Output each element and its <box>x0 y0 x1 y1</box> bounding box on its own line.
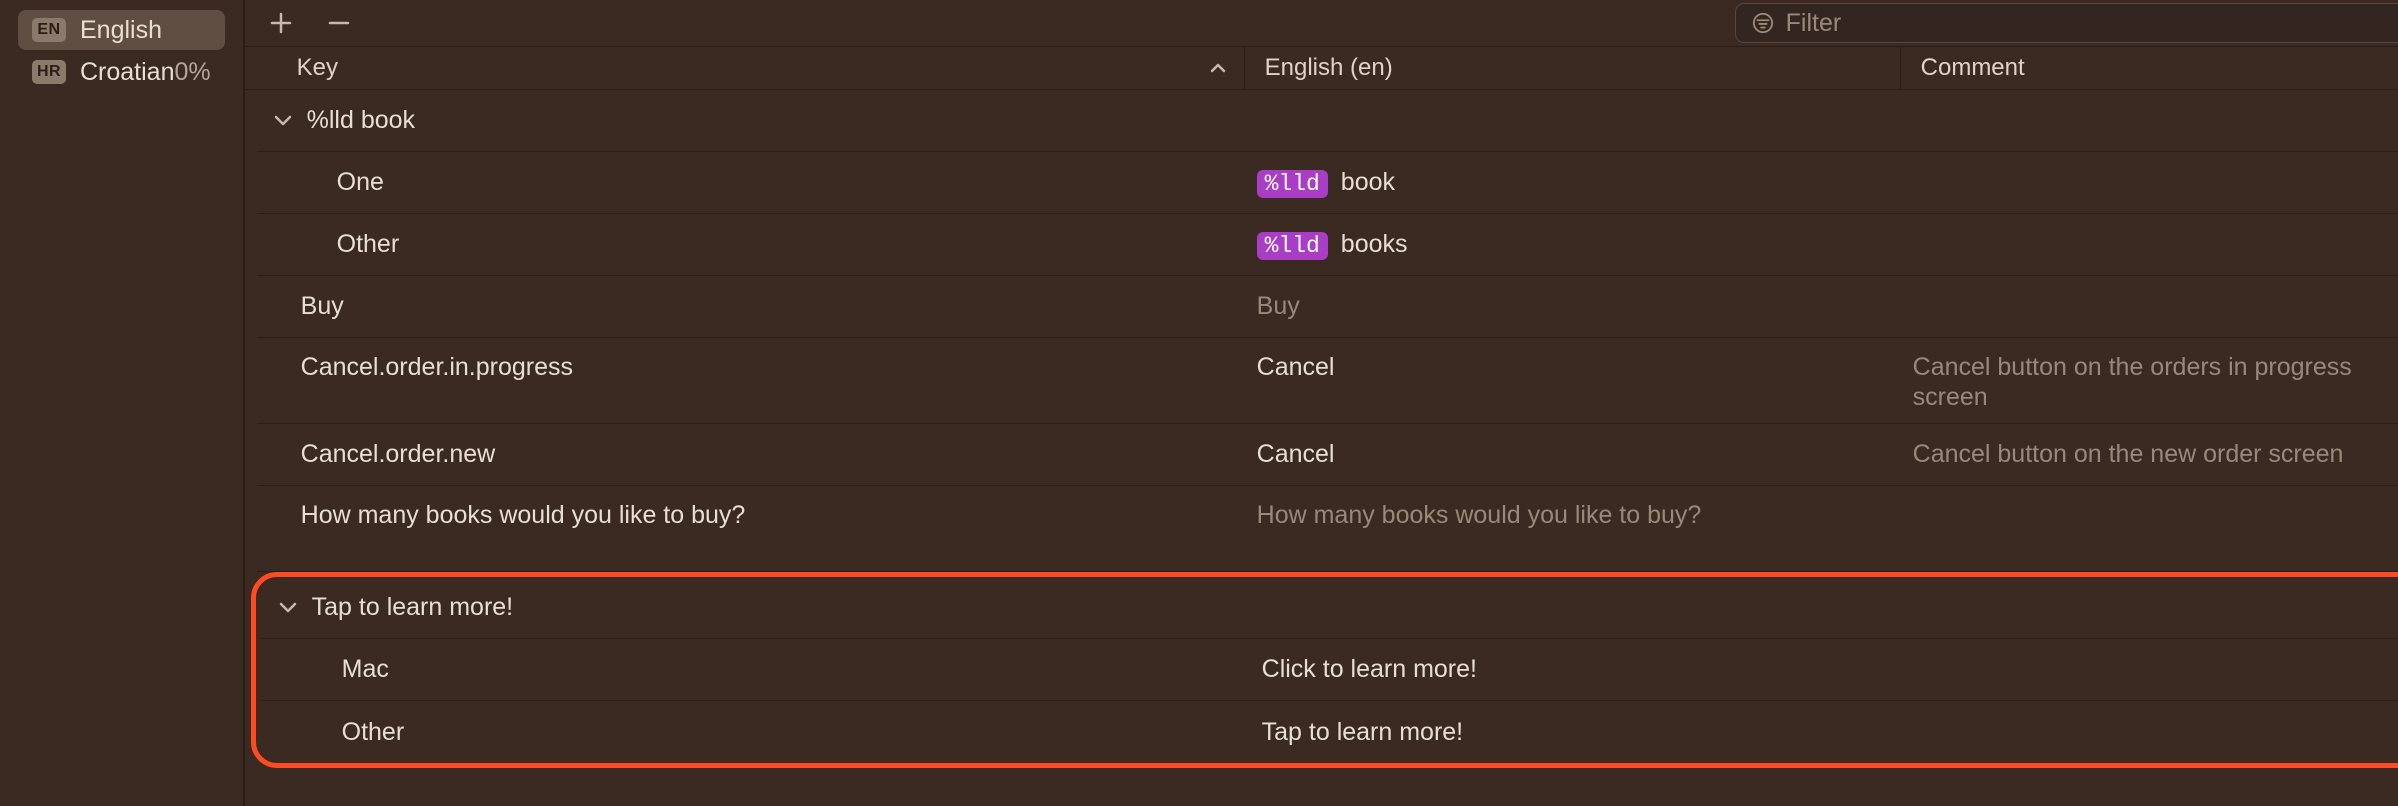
column-english-label: English (en) <box>1265 54 1393 82</box>
minus-icon <box>328 12 350 34</box>
table-row[interactable]: Buy Buy <box>257 276 2398 338</box>
language-code-badge: HR <box>32 60 66 84</box>
table-row[interactable]: Other %lld books <box>257 214 2398 276</box>
filter-input[interactable] <box>1786 9 2398 38</box>
english-text: Cancel <box>1257 440 1335 468</box>
disclosure-toggle[interactable] <box>276 596 300 620</box>
language-row-croatian[interactable]: HR Croatian 0% <box>18 52 225 92</box>
key-text: Other <box>337 230 400 259</box>
key-text: Buy <box>301 292 344 321</box>
english-text: Buy <box>1257 292 1300 320</box>
table-row[interactable]: Tap to learn more! <box>262 577 2398 639</box>
key-text: Other <box>342 718 405 747</box>
language-progress: 0% <box>175 58 211 87</box>
column-expand <box>245 47 289 89</box>
chevron-down-icon <box>274 115 292 127</box>
english-text: book <box>1334 168 1395 196</box>
plus-icon <box>270 12 292 34</box>
table-row[interactable]: Cancel.order.new Cancel Cancel button on… <box>257 424 2398 486</box>
column-key[interactable]: Key <box>289 47 1245 89</box>
comment-text: Cancel button on the new order screen <box>1913 440 2344 468</box>
table-row[interactable]: Cancel.order.in.progress Cancel Cancel b… <box>257 338 2398 424</box>
chevron-down-icon <box>279 602 297 614</box>
filter-field[interactable] <box>1735 3 2398 43</box>
format-token: %lld <box>1257 232 1328 260</box>
english-text: Tap to learn more! <box>1262 718 1464 746</box>
table-body: %lld book NEEDS REVIEW One %lld book NEE… <box>245 90 2398 806</box>
main-panel: Key English (en) Comment State %lld book <box>245 0 2398 806</box>
comment-text: Cancel button on the orders in progress … <box>1913 353 2352 411</box>
table-row[interactable]: %lld book NEEDS REVIEW <box>257 90 2398 152</box>
filter-icon <box>1750 10 1776 36</box>
english-text: books <box>1334 230 1408 258</box>
language-row-english[interactable]: EN English <box>18 10 225 50</box>
column-english[interactable]: English (en) <box>1245 47 1901 89</box>
remove-button[interactable] <box>321 5 357 41</box>
language-name: Croatian <box>80 58 175 87</box>
toolbar <box>245 0 2398 46</box>
disclosure-toggle[interactable] <box>271 109 295 133</box>
format-token: %lld <box>1257 170 1328 198</box>
table-row[interactable]: How many books would you like to buy? Ho… <box>257 486 2398 572</box>
key-text: One <box>337 168 384 197</box>
table-row[interactable]: Mac Click to learn more! <box>262 639 2398 701</box>
english-text: Click to learn more! <box>1262 655 1477 683</box>
key-text: Mac <box>342 655 389 684</box>
language-sidebar: EN English HR Croatian 0% <box>0 0 245 806</box>
column-key-label: Key <box>297 54 338 82</box>
key-text: How many books would you like to buy? <box>301 500 746 530</box>
column-comment-label: Comment <box>1921 54 2025 82</box>
table-row[interactable]: Other Tap to learn more! <box>262 701 2398 763</box>
key-text: Cancel.order.in.progress <box>301 352 573 382</box>
table-row[interactable]: One %lld book NEEDS REVIEW <box>257 152 2398 214</box>
column-comment[interactable]: Comment <box>1901 47 2398 89</box>
english-text: How many books would you like to buy? <box>1257 501 1702 529</box>
add-button[interactable] <box>263 5 299 41</box>
highlighted-rows: Tap to learn more! Mac Click to learn mo… <box>251 572 2398 768</box>
language-name: English <box>80 16 211 45</box>
english-text: Cancel <box>1257 353 1335 381</box>
key-text: Cancel.order.new <box>301 440 496 469</box>
table-header: Key English (en) Comment State <box>245 46 2398 90</box>
key-text: %lld book <box>307 106 415 135</box>
key-text: Tap to learn more! <box>312 593 514 622</box>
sort-ascending-icon <box>1210 63 1226 73</box>
language-code-badge: EN <box>32 18 66 42</box>
